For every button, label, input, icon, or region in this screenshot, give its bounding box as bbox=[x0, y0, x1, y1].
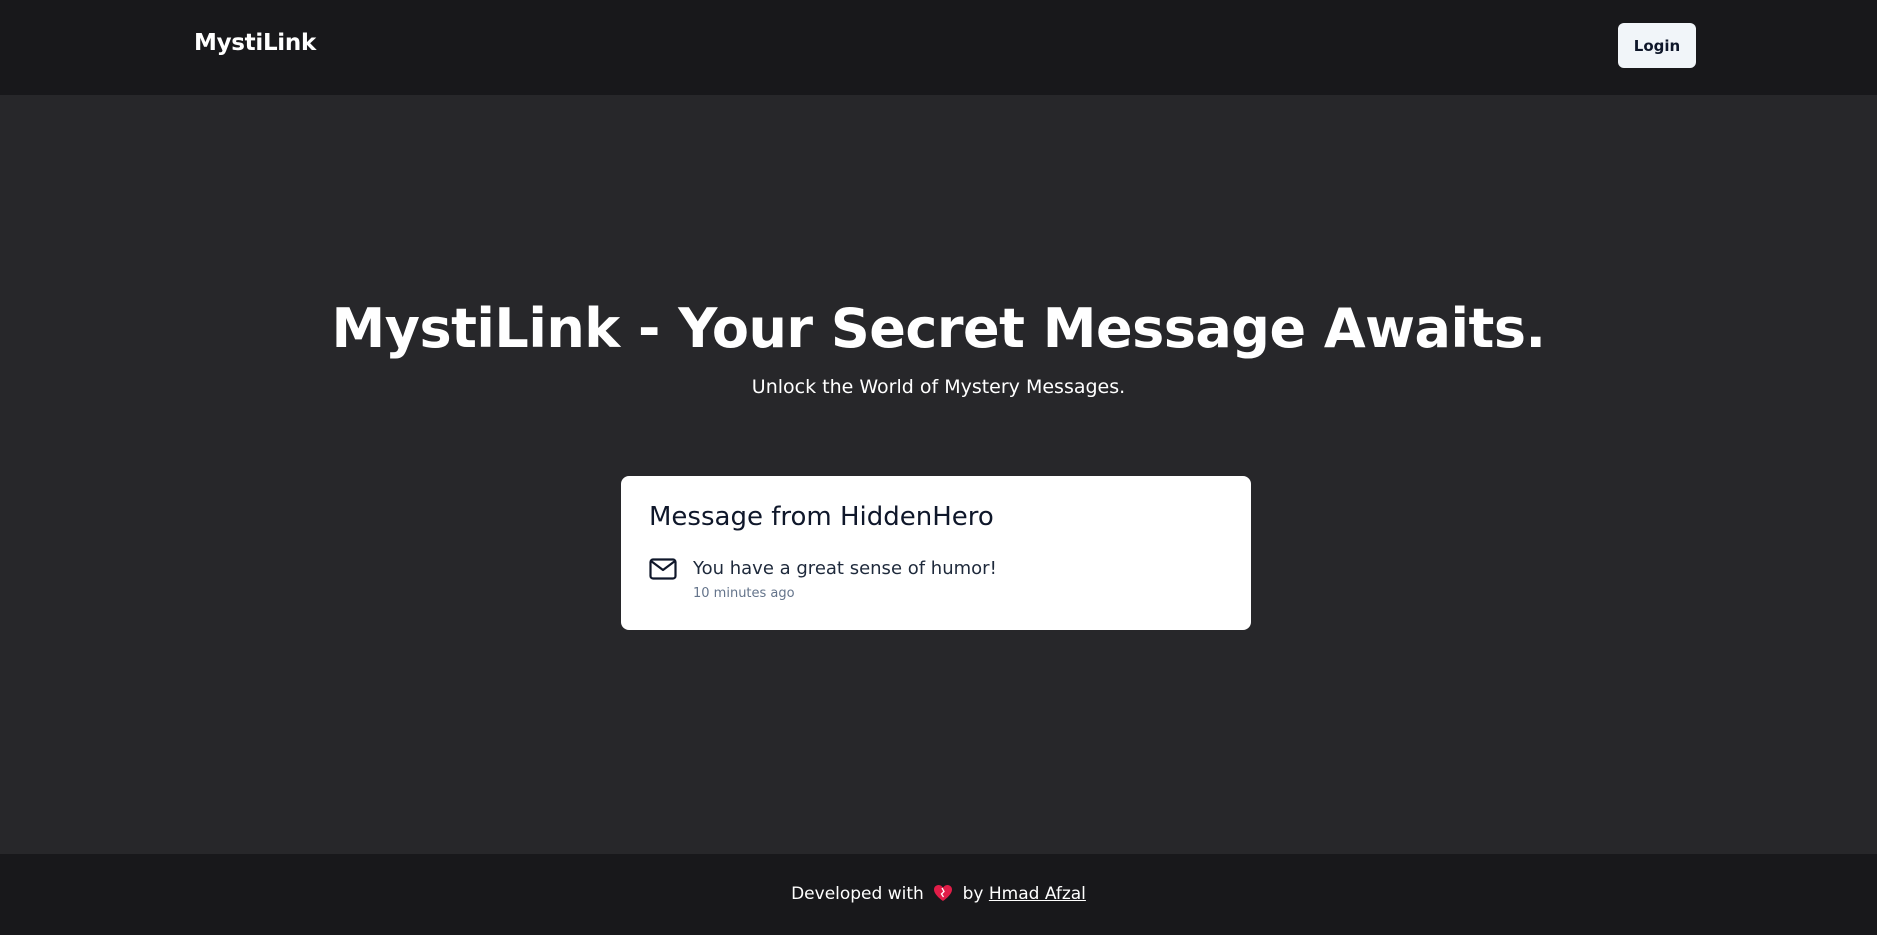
main-content: MystiLink - Your Secret Message Awaits. … bbox=[0, 95, 1877, 854]
hero-subtitle: Unlock the World of Mystery Messages. bbox=[751, 376, 1126, 398]
footer-by: by bbox=[962, 884, 984, 904]
message-timestamp: 10 minutes ago bbox=[693, 586, 795, 601]
author-link[interactable]: Hmad Afzal bbox=[989, 884, 1086, 904]
footer: Developed with by Hmad Afzal bbox=[0, 854, 1877, 935]
message-text: You have a great sense of humor! bbox=[693, 558, 997, 579]
mail-icon bbox=[649, 558, 677, 580]
hero-title: MystiLink - Your Secret Message Awaits. bbox=[331, 297, 1546, 360]
message-card: Message from HiddenHero You have a great… bbox=[621, 476, 1251, 630]
navbar: MystiLink Login bbox=[0, 0, 1877, 95]
login-button[interactable]: Login bbox=[1618, 23, 1696, 68]
heart-icon bbox=[933, 884, 953, 902]
footer-credit: Developed with by Hmad Afzal bbox=[0, 884, 1877, 904]
footer-prefix: Developed with bbox=[791, 884, 924, 904]
brand-logo[interactable]: MystiLink bbox=[194, 30, 316, 56]
message-card-title: Message from HiddenHero bbox=[649, 502, 994, 532]
